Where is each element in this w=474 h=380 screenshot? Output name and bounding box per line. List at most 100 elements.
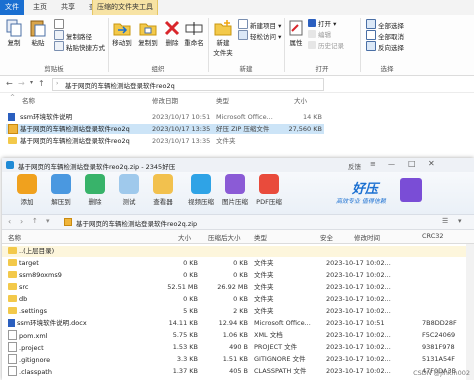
archive-item-name: pom.xml — [19, 332, 48, 340]
select-all-label: 全部选择 — [378, 22, 404, 30]
new-item-dropdown[interactable]: 新建项目 ▾ — [238, 19, 281, 30]
haozip-window: 基于网页的车辆检测站登录软件reo2q.zip - 2345好压 反馈 ≡ — … — [2, 158, 474, 380]
image-compress-button[interactable]: 图片压缩 — [220, 174, 250, 206]
group-label-clipboard: 剪贴板 — [44, 65, 64, 73]
col-modified[interactable]: 修改日期 — [152, 95, 178, 105]
delete-archive-button[interactable]: 删除 — [80, 174, 110, 206]
archive-item-size: 14.11 KB — [168, 319, 198, 327]
tab-compressed-folder-tools[interactable]: 压缩的文件夹工具 — [92, 0, 158, 15]
archive-row[interactable]: .classpath 1.37 KB 405 B CLASSPATH 文件 2023-1… — [2, 366, 474, 377]
forward-icon[interactable]: › — [20, 217, 23, 226]
paste-label: 粘贴 — [31, 39, 45, 47]
edit-item[interactable]: 编辑 — [308, 30, 331, 40]
col-type[interactable]: 类型 — [254, 232, 267, 242]
ribbon: 复制 粘贴 复制路径 粘贴快捷方式 剪切 剪贴板 移动到 复制到 删除 重命名 … — [0, 15, 474, 76]
col-name[interactable]: 名称 — [8, 232, 21, 242]
archive-item-name: .classpath — [19, 368, 52, 376]
col-size[interactable]: 大小 — [178, 232, 191, 242]
open-dropdown[interactable]: 打开 ▾ — [308, 19, 336, 29]
file-icon — [8, 354, 17, 364]
col-name[interactable]: 名称 — [22, 95, 35, 105]
select-all-item[interactable]: 全部选择 — [366, 19, 404, 30]
video-compress-button[interactable]: 视频压缩 — [186, 174, 216, 206]
archive-row[interactable]: pom.xml 5.75 KB 1.06 KB XML 文档 2023-10-17 10… — [2, 330, 474, 341]
col-size[interactable]: 大小 — [294, 95, 307, 105]
archive-row[interactable]: .project 1.53 KB 490 B PROJECT 文件 2023-10-17… — [2, 342, 474, 353]
feedback-link[interactable]: 反馈 — [348, 161, 361, 171]
invert-selection-item[interactable]: 反向选择 — [366, 41, 404, 52]
new-folder-button[interactable]: 新建 文件夹 — [210, 19, 236, 57]
move-to-button[interactable]: 移动到 — [110, 19, 134, 47]
word-doc-icon — [8, 112, 17, 122]
extract-to-button[interactable]: 解压到 — [46, 174, 76, 206]
file-row-selected[interactable]: 基于网页的车辆检测站登录软件reo2q 2023/10/17 13:35 好压 … — [6, 124, 324, 134]
up-arrow-icon[interactable]: ↑ — [38, 79, 45, 88]
col-security[interactable]: 安全 — [320, 232, 333, 242]
file-row[interactable]: 基于网页的车辆检测站登录软件reo2q 2023/10/17 13:35 文件夹 — [6, 136, 324, 146]
back-icon[interactable]: ‹ — [8, 217, 11, 226]
up-icon[interactable]: ↑ — [32, 217, 38, 225]
recent-locations-chevron-icon[interactable]: ▾ — [30, 79, 33, 86]
archive-item-packed: 2 KB — [233, 307, 248, 315]
archive-item-type: XML 文档 — [254, 331, 283, 339]
archive-item-name-cell: src — [8, 282, 29, 293]
extract-icon — [51, 174, 71, 194]
address-path: 基于网页的车辆检测站登录软件reo2q — [65, 82, 175, 90]
paste-button[interactable]: 粘贴 — [27, 19, 49, 47]
nav-dropdown-icon[interactable]: ▾ — [46, 217, 50, 225]
copy-to-label: 复制到 — [138, 39, 158, 47]
archive-row[interactable]: target 0 KB 0 KB 文件夹 2023-10-17 10:02... — [2, 258, 474, 269]
easy-access-icon — [238, 30, 248, 40]
pdf-compress-button[interactable]: PDF压缩 — [254, 174, 284, 206]
easy-access-dropdown[interactable]: 轻松访问 ▾ — [238, 30, 281, 41]
tab-home[interactable]: 主页 — [28, 0, 52, 15]
forward-arrow-icon[interactable]: → — [18, 79, 25, 88]
archive-row[interactable]: ssm89oxms9 0 KB 0 KB 文件夹 2023-10-17 10:02... — [2, 270, 474, 281]
archive-path: 基于网页的车辆检测站登录软件reo2q.zip — [76, 220, 198, 228]
archive-item-name-cell: ssm环境软件说明.docx — [8, 318, 87, 329]
close-icon[interactable]: ✕ — [428, 159, 435, 168]
add-button[interactable]: 添加 — [12, 174, 42, 206]
select-none-label: 全部取消 — [378, 33, 404, 41]
brand-slogan: 高效专业 值得信赖 — [336, 198, 386, 205]
copy-path-item[interactable]: 复制路径 — [54, 30, 92, 41]
copy-button[interactable]: 复制 — [3, 19, 25, 47]
tab-file[interactable]: 文件 — [0, 0, 24, 15]
maximize-icon[interactable]: □ — [408, 159, 416, 168]
col-crc32[interactable]: CRC32 — [422, 232, 444, 240]
cut-item[interactable] — [54, 19, 66, 29]
archive-row[interactable]: src 52.51 MB 26.92 MB 文件夹 2023-10-17 10:02..… — [2, 282, 474, 293]
viewer-button[interactable]: 查看器 — [148, 174, 178, 206]
archive-row[interactable]: ..(上层目录) — [2, 246, 474, 257]
image-icon — [225, 174, 245, 194]
col-packed-size[interactable]: 压缩后大小 — [208, 232, 241, 242]
rename-button[interactable]: 重命名 — [183, 19, 205, 47]
tab-share[interactable]: 共享 — [56, 0, 80, 15]
file-row[interactable]: ssm环境软件说明 2023/10/17 10:51 Microsoft Off… — [6, 112, 324, 122]
col-modified[interactable]: 修改时间 — [354, 232, 380, 242]
path-dropdown-icon[interactable]: ▾ — [458, 217, 462, 225]
group-label-open: 打开 — [315, 65, 329, 73]
properties-button[interactable]: 属性 — [286, 19, 306, 47]
vertical-scrollbar[interactable] — [466, 244, 474, 380]
archive-row[interactable]: ssm环境软件说明.docx 14.11 KB 12.94 KB Microsoft … — [2, 318, 474, 329]
col-type[interactable]: 类型 — [216, 95, 229, 105]
history-item[interactable]: 历史记录 — [308, 41, 344, 51]
delete-button[interactable]: 删除 — [162, 19, 182, 47]
archive-row[interactable]: .gitignore 3.3 KB 1.51 KB GITIGNORE 文件 2023-… — [2, 354, 474, 365]
archive-row[interactable]: .settings 5 KB 2 KB 文件夹 2023-10-17 10:02... — [2, 306, 474, 317]
view-list-icon[interactable]: ☰ — [442, 217, 448, 225]
menu-icon[interactable]: ≡ — [370, 160, 376, 168]
back-arrow-icon[interactable]: ← — [6, 79, 13, 88]
archive-item-type: CLASSPATH 文件 — [254, 367, 307, 375]
watermark-text: CSDN @jinkin002 — [413, 369, 470, 377]
address-field[interactable]: › 基于网页的车辆检测站登录软件reo2q — [52, 78, 324, 91]
paste-shortcut-item[interactable]: 粘贴快捷方式 — [54, 41, 105, 52]
copy-to-button[interactable]: 复制到 — [136, 19, 160, 47]
group-label-organize: 组织 — [151, 65, 165, 73]
test-button[interactable]: 测试 — [114, 174, 144, 206]
select-none-item[interactable]: 全部取消 — [366, 30, 404, 41]
archive-item-name-cell: ..(上层目录) — [8, 246, 54, 257]
minimize-icon[interactable]: — — [388, 160, 395, 168]
archive-row[interactable]: db 0 KB 0 KB 文件夹 2023-10-17 10:02... — [2, 294, 474, 305]
